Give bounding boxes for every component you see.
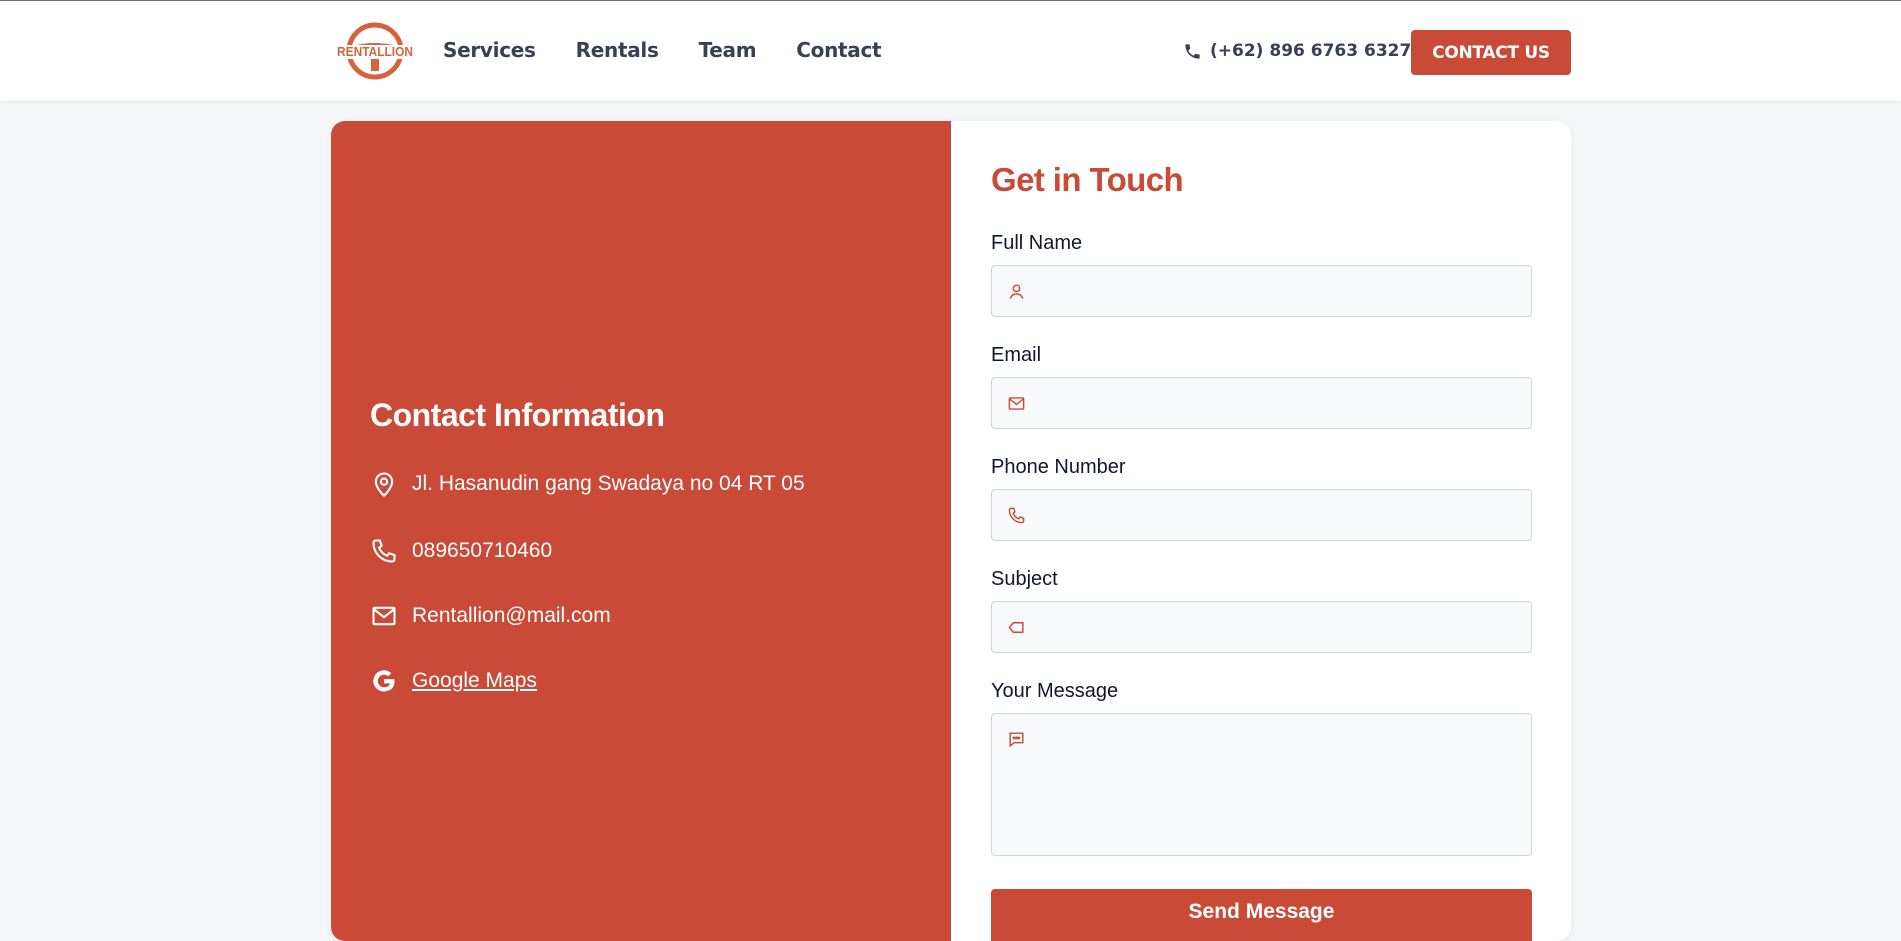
google-maps-link[interactable]: Google Maps — [412, 669, 537, 693]
message-label: Your Message — [991, 680, 1119, 702]
phone-icon — [1185, 43, 1200, 59]
user-icon — [1009, 284, 1024, 299]
location-pin-icon — [374, 472, 394, 498]
mail-icon — [372, 606, 396, 626]
nav-team[interactable]: Team — [699, 38, 757, 62]
contact-card: Contact Information Jl. Hasanudin gang S… — [331, 121, 1571, 941]
phone-text: 089650710460 — [412, 539, 553, 562]
form-title: Get in Touch — [991, 161, 1184, 198]
maps-row: Google Maps — [370, 667, 537, 695]
tag-icon — [1008, 622, 1024, 633]
email-input[interactable] — [991, 377, 1532, 429]
contact-information-title: Contact Information — [370, 397, 665, 433]
contact-form-panel: Get in Touch Full Name Email Phone Numbe… — [951, 121, 1571, 941]
address-text: Jl. Hasanudin gang Swadaya no 04 RT 05 — [412, 472, 805, 495]
nav-services[interactable]: Services — [443, 38, 536, 62]
email-label: Email — [991, 344, 1042, 366]
google-icon — [373, 670, 395, 692]
phone-icon — [372, 539, 396, 563]
contact-information-panel: Contact Information Jl. Hasanudin gang S… — [331, 121, 951, 941]
email-row: Rentallion@mail.com — [370, 602, 611, 630]
contact-us-button[interactable]: CONTACT US — [1411, 30, 1571, 75]
top-navbar: RENTALLION Services Rentals Team Contact… — [0, 0, 1901, 101]
full-name-label: Full Name — [991, 232, 1083, 254]
subject-input[interactable] — [991, 601, 1532, 653]
nav-contact[interactable]: Contact — [796, 38, 881, 62]
mail-icon — [1008, 397, 1025, 410]
subject-label: Subject — [991, 568, 1058, 590]
phone-icon — [1008, 507, 1025, 524]
phone-row: 089650710460 — [370, 537, 552, 565]
message-textarea[interactable] — [991, 713, 1532, 856]
nav-rentals[interactable]: Rentals — [576, 38, 659, 62]
header-phone[interactable]: (+62) 896 6763 6327 — [1183, 41, 1411, 61]
phone-number-label: Phone Number — [991, 456, 1126, 478]
header-phone-number: (+62) 896 6763 6327 — [1210, 41, 1412, 61]
full-name-input[interactable] — [991, 265, 1532, 317]
phone-number-input[interactable] — [991, 489, 1532, 541]
main-nav: Services Rentals Team Contact — [443, 38, 921, 62]
email-text: Rentallion@mail.com — [412, 604, 611, 627]
chat-bubble-icon — [1009, 732, 1024, 748]
send-message-button[interactable]: Send Message — [991, 889, 1532, 941]
address-row: Jl. Hasanudin gang Swadaya no 04 RT 05 — [370, 470, 805, 498]
logo-text: RENTALLION — [337, 45, 413, 59]
rentallion-logo[interactable]: RENTALLION — [335, 21, 415, 81]
